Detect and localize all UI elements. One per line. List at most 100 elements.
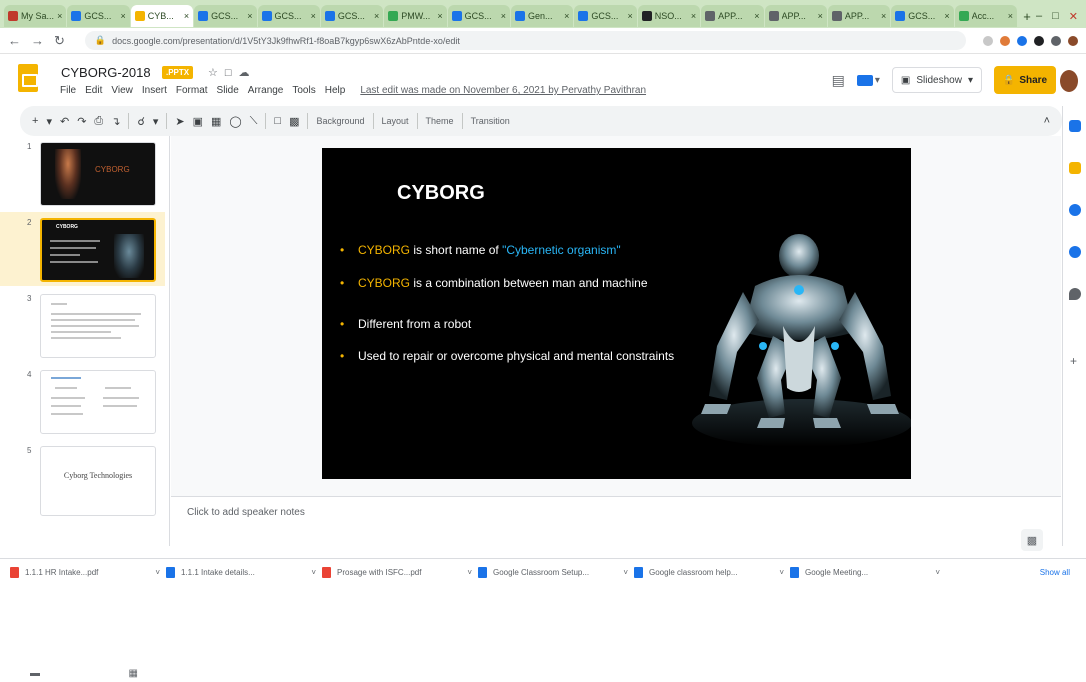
close-tab-icon[interactable]: × <box>754 11 759 21</box>
menu-format[interactable]: Format <box>176 85 208 96</box>
select-cursor-icon[interactable]: ➤ <box>175 115 184 128</box>
download-menu-icon[interactable]: ˅ <box>467 568 472 577</box>
download-item[interactable]: Google classroom help... ˅ <box>634 567 784 578</box>
close-tab-icon[interactable]: × <box>184 11 189 21</box>
slide-bullet[interactable]: • Used to repair or overcome physical an… <box>340 348 710 365</box>
comment-icon[interactable]: □ <box>274 115 281 127</box>
slide-thumbnail-1[interactable]: 1 CYBORG <box>0 136 165 210</box>
close-tab-icon[interactable]: × <box>944 11 949 21</box>
share-button[interactable]: 🔒 Share <box>994 66 1056 94</box>
download-item[interactable]: 1.1.1 Intake details... ˅ <box>166 567 316 578</box>
extension-icon[interactable] <box>1034 35 1044 46</box>
avatar[interactable] <box>1060 70 1078 92</box>
keep-icon[interactable] <box>1069 162 1081 174</box>
redo-icon[interactable]: ↷ <box>77 115 86 128</box>
close-tab-icon[interactable]: × <box>564 11 569 21</box>
last-edit-link[interactable]: Last edit was made on November 6, 2021 b… <box>360 85 646 96</box>
dropdown-arrow-icon[interactable]: ▾ <box>153 115 159 128</box>
slide-bullet[interactable]: • Different from a robot <box>340 316 700 333</box>
show-all-button[interactable]: Show all <box>1040 568 1070 577</box>
reload-icon[interactable]: ↻ <box>54 33 65 49</box>
move-folder-icon[interactable]: □ <box>225 67 239 79</box>
text-box-icon[interactable]: ▣ <box>193 115 203 128</box>
contacts-icon[interactable] <box>1069 246 1081 258</box>
speaker-notes-placeholder[interactable]: Click to add speaker notes <box>187 507 305 518</box>
browser-tab[interactable]: Acc... × <box>954 5 1017 27</box>
download-item[interactable]: Prosage with ISFC...pdf ˅ <box>322 567 472 578</box>
profile-icon[interactable] <box>1068 35 1078 46</box>
transition-button[interactable]: Transition <box>471 116 510 126</box>
slide-canvas[interactable]: CYBORG • CYBORG is short name of "Cybern… <box>322 148 911 479</box>
back-icon[interactable]: ← <box>8 33 21 48</box>
new-slide-icon[interactable]: + <box>32 115 38 127</box>
close-tab-icon[interactable]: × <box>437 11 442 21</box>
maximize-icon[interactable]: □ <box>1052 10 1059 23</box>
browser-tab[interactable]: GCS... × <box>320 5 384 27</box>
browser-tab[interactable]: CYB... × <box>130 5 194 27</box>
menu-edit[interactable]: Edit <box>85 85 102 96</box>
browser-tab[interactable]: GCS... × <box>257 5 320 27</box>
close-tab-icon[interactable]: × <box>57 11 62 21</box>
print-icon[interactable]: ⎙ <box>94 115 103 128</box>
slide-thumbnail-4[interactable]: 4 <box>0 364 165 438</box>
menu-insert[interactable]: Insert <box>142 85 167 96</box>
browser-tab[interactable]: Gen... × <box>511 5 574 27</box>
explore-button[interactable]: ▩ <box>1021 529 1043 551</box>
calendar-icon[interactable] <box>1069 120 1081 132</box>
line-icon[interactable]: ⟍ <box>250 115 258 128</box>
collapse-toolbar-icon[interactable]: ˄ <box>1044 115 1050 127</box>
maps-icon[interactable] <box>1069 288 1081 300</box>
browser-tab[interactable]: APP... × <box>827 5 891 27</box>
star-icon[interactable] <box>983 35 993 46</box>
download-menu-icon[interactable]: ˅ <box>935 568 940 577</box>
close-tab-icon[interactable]: × <box>120 11 125 21</box>
cloud-status-icon[interactable]: ☁ <box>239 67 257 79</box>
add-on-plus-icon[interactable]: + <box>1070 354 1077 368</box>
background-button[interactable]: Background <box>316 116 364 126</box>
puzzle-icon[interactable] <box>1051 35 1061 46</box>
minimize-icon[interactable]: – <box>1036 10 1042 23</box>
download-menu-icon[interactable]: ˅ <box>623 568 628 577</box>
browser-tab[interactable]: My Sa... × <box>4 5 67 27</box>
menu-help[interactable]: Help <box>325 85 346 96</box>
slideshow-button[interactable]: ▣ Slideshow ▾ <box>891 67 982 93</box>
download-item[interactable]: Google Classroom Setup... ˅ <box>478 567 628 578</box>
forward-icon[interactable]: → <box>31 33 44 48</box>
browser-tab[interactable]: APP... × <box>701 5 764 27</box>
browser-tab[interactable]: GCS... × <box>574 5 637 27</box>
star-icon[interactable]: ☆ <box>208 67 225 79</box>
paint-format-icon[interactable]: ↴ <box>111 115 120 128</box>
download-item[interactable]: 1.1.1 HR Intake...pdf ˅ <box>10 567 160 578</box>
meet-button[interactable]: ▾ <box>856 74 880 86</box>
speaker-notes[interactable]: Click to add speaker notes ▩ <box>171 496 1061 551</box>
document-title[interactable]: CYBORG-2018 <box>61 65 151 80</box>
image-icon[interactable]: ▦ <box>211 115 221 128</box>
layout-button[interactable]: Layout <box>382 116 409 126</box>
menu-arrange[interactable]: Arrange <box>248 85 284 96</box>
filmstrip-view-icon[interactable]: ▬ <box>30 668 40 679</box>
zoom-icon[interactable]: ☌ <box>137 115 144 128</box>
close-tab-icon[interactable]: × <box>627 11 632 21</box>
browser-tab[interactable]: GCS... × <box>194 5 257 27</box>
slide-bullet[interactable]: • CYBORG is short name of "Cybernetic or… <box>340 242 700 259</box>
url-field[interactable]: 🔒 docs.google.com/presentation/d/1V5tY3J… <box>84 31 966 50</box>
extension-icon[interactable] <box>1017 35 1027 46</box>
close-window-icon[interactable]: ✕ <box>1069 10 1078 23</box>
grid-view-icon[interactable]: ▦ <box>129 668 138 679</box>
undo-icon[interactable]: ↶ <box>60 115 69 128</box>
browser-tab[interactable]: APP... × <box>764 5 827 27</box>
download-menu-icon[interactable]: ˅ <box>311 568 316 577</box>
close-tab-icon[interactable]: × <box>881 11 886 21</box>
slide-thumbnail-2[interactable]: 2 CYBORG <box>0 212 165 286</box>
close-tab-icon[interactable]: × <box>247 11 252 21</box>
menu-tools[interactable]: Tools <box>292 85 315 96</box>
dropdown-arrow-icon[interactable]: ▾ <box>46 115 52 128</box>
shape-icon[interactable]: ◯ <box>229 115 241 128</box>
download-item[interactable]: Google Meeting... ˅ <box>790 567 940 578</box>
slide-title[interactable]: CYBORG <box>397 182 485 205</box>
browser-tab[interactable]: GCS... × <box>447 5 510 27</box>
menu-slide[interactable]: Slide <box>217 85 239 96</box>
browser-tab[interactable]: GCS... × <box>891 5 954 27</box>
input-tools-icon[interactable]: ▩ <box>289 115 299 128</box>
new-tab-button[interactable]: + <box>1018 9 1036 24</box>
